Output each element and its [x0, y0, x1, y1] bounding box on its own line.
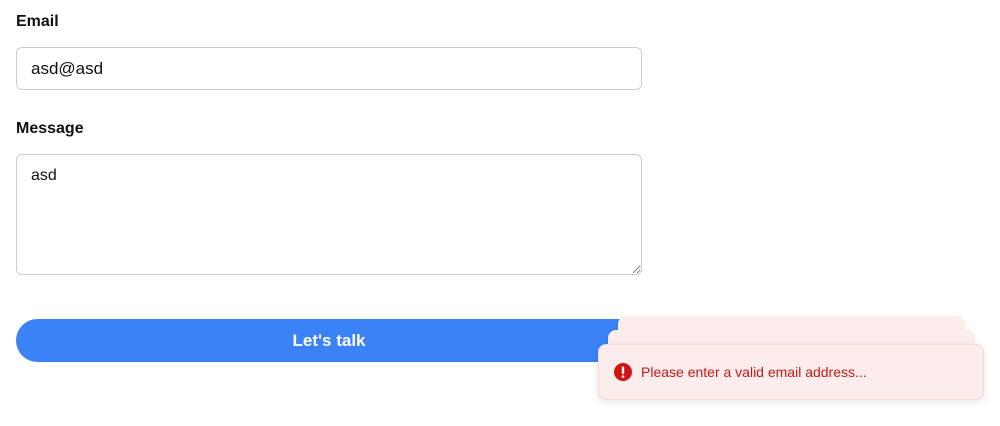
error-icon — [614, 363, 632, 381]
email-input[interactable] — [16, 47, 642, 90]
message-textarea[interactable]: asd — [16, 154, 642, 275]
error-toast[interactable]: Please enter a valid email address... — [598, 344, 984, 400]
message-label: Message — [16, 120, 84, 137]
email-label: Email — [16, 13, 59, 30]
toast-message: Please enter a valid email address... — [641, 364, 867, 380]
lets-talk-button[interactable]: Let's talk — [16, 319, 642, 362]
